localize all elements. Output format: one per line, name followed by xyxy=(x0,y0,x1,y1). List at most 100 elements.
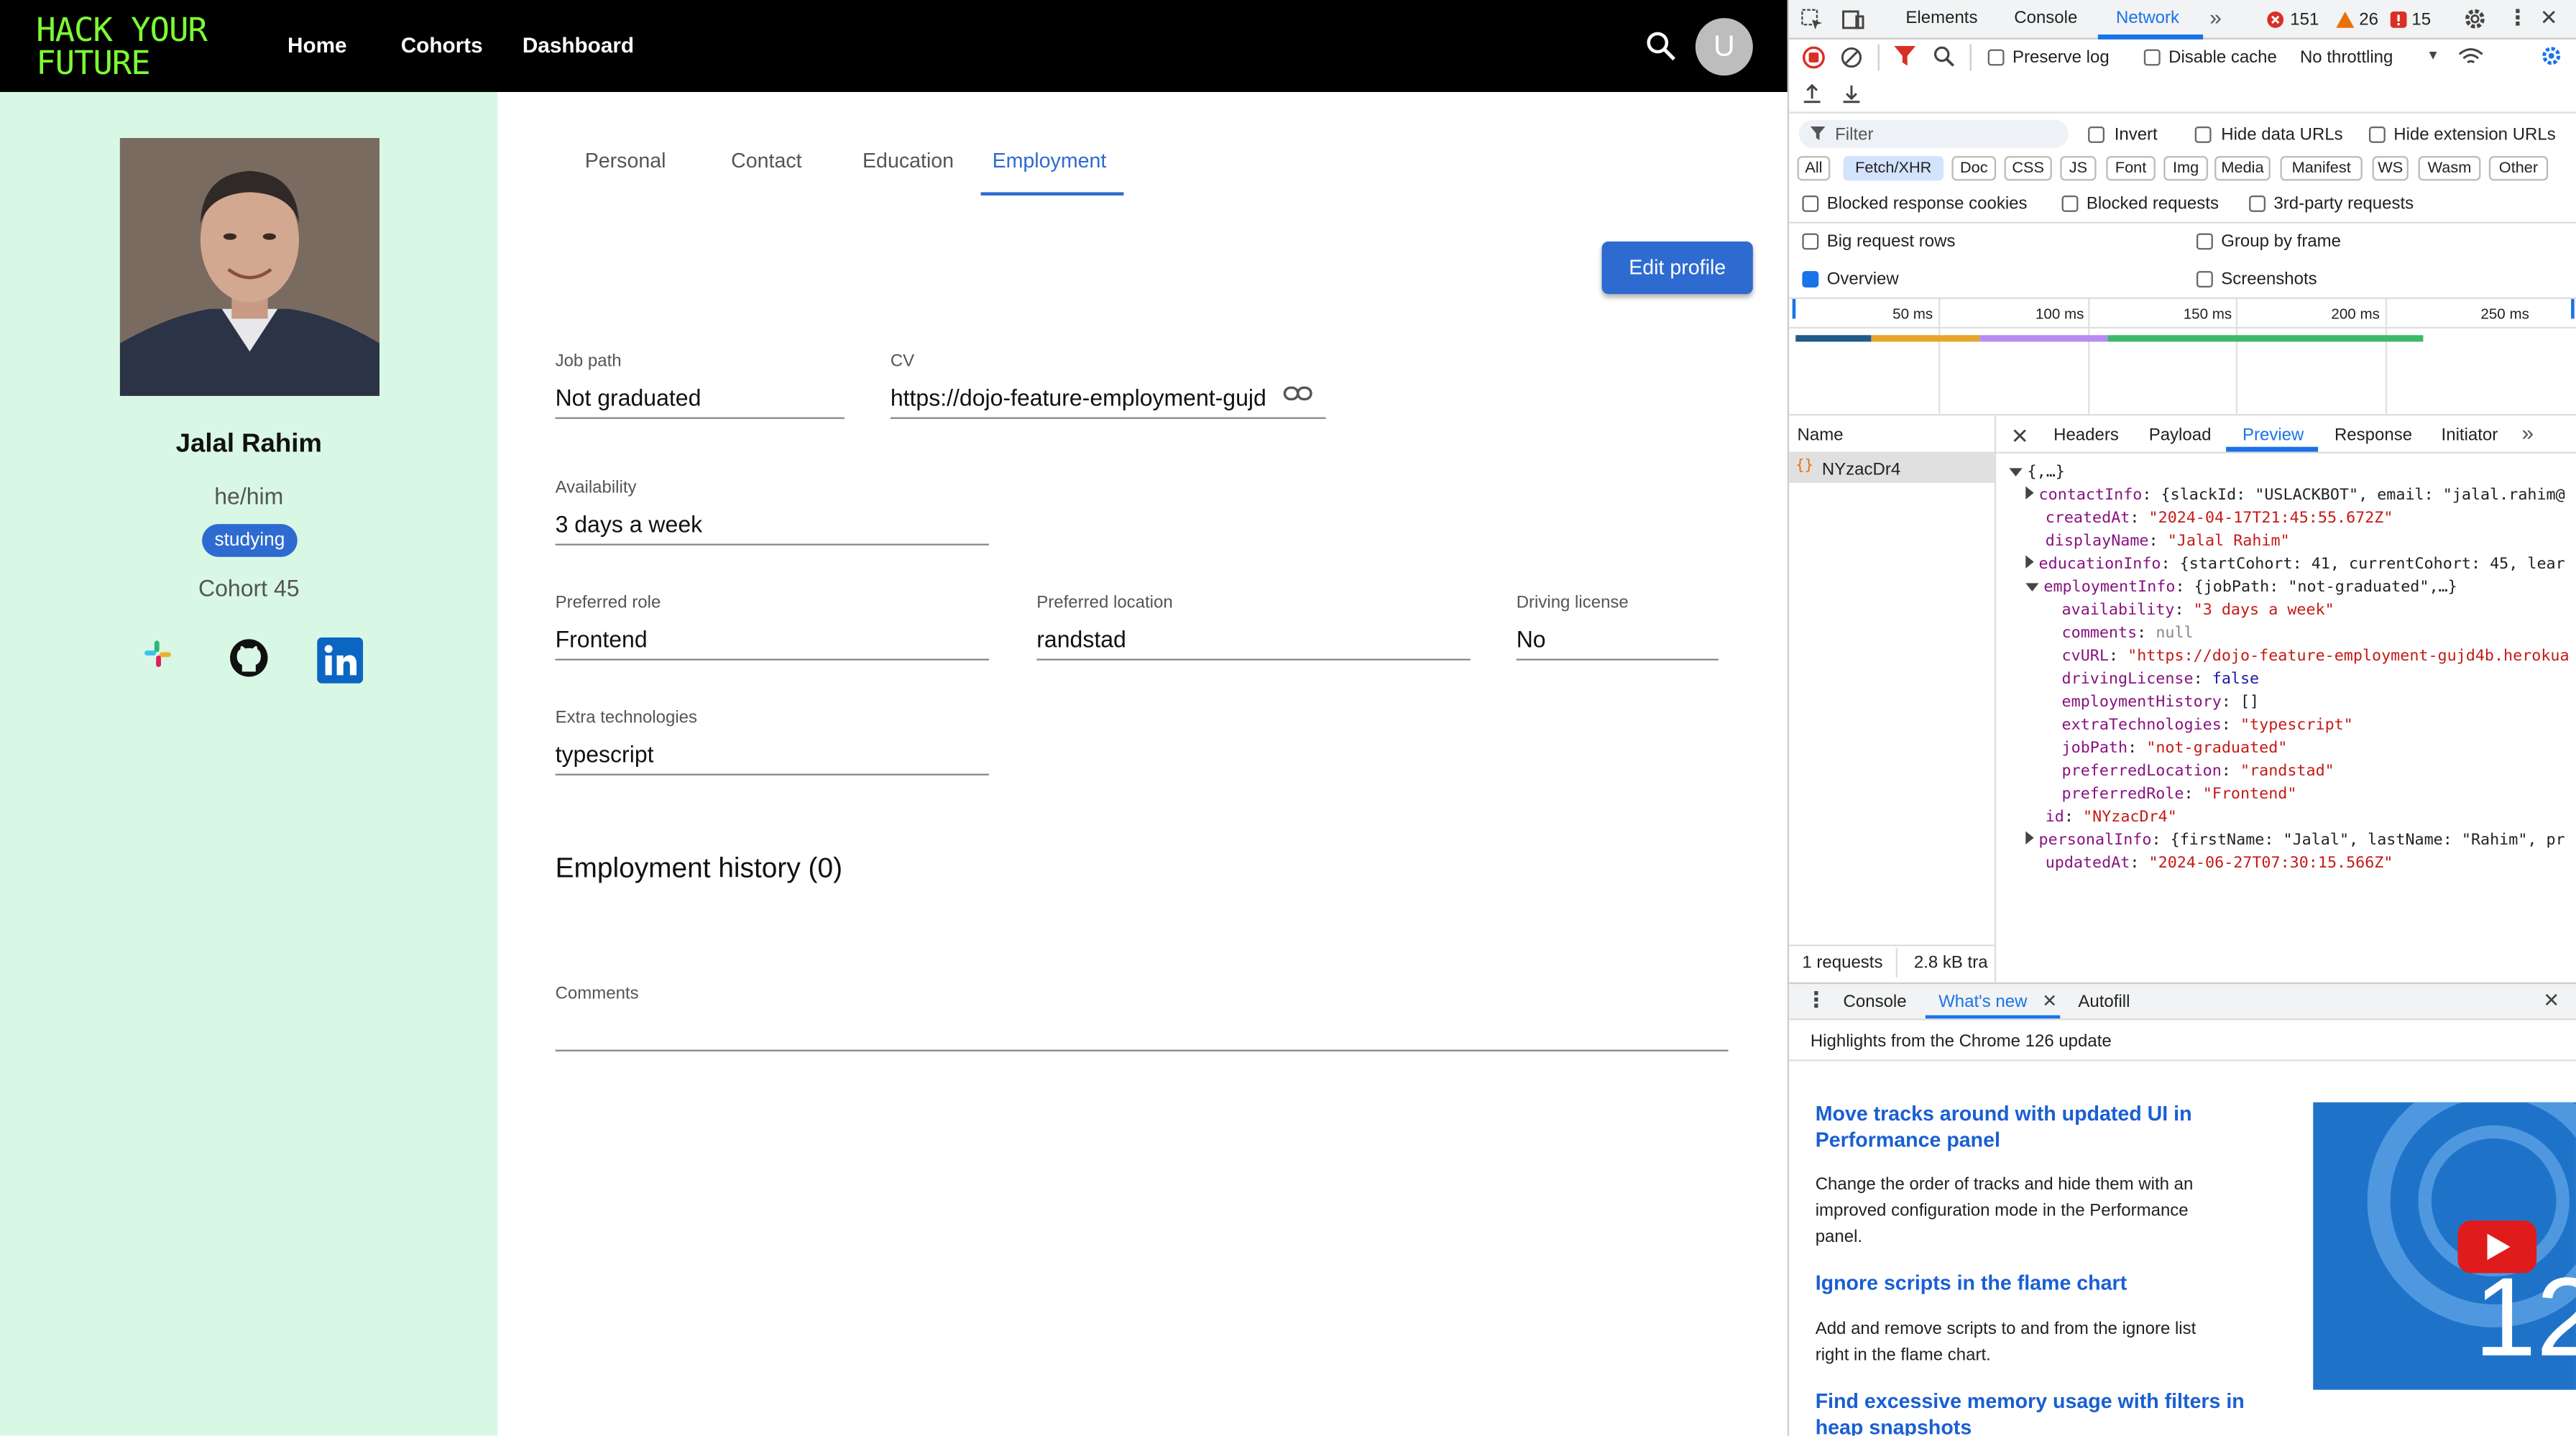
issues-count[interactable]: 15 xyxy=(2411,10,2431,29)
chip-font[interactable]: Font xyxy=(2106,156,2156,181)
blocked-requests-checkbox[interactable] xyxy=(2061,195,2079,212)
chip-fetch-xhr[interactable]: Fetch/XHR xyxy=(1843,156,1944,181)
group-by-frame-checkbox[interactable] xyxy=(2196,233,2213,250)
preview-employmentinfo[interactable]: employmentInfo: {jobPath: "not-graduated… xyxy=(2025,579,2457,597)
preview-educationinfo[interactable]: educationInfo: {startCohort: 41, current… xyxy=(2025,555,2565,574)
github-icon[interactable] xyxy=(229,638,270,678)
request-name[interactable]: NYzacDr4 xyxy=(1822,460,1900,479)
link-icon[interactable] xyxy=(1283,385,1312,404)
detail-tab-initiator[interactable]: Initiator xyxy=(2442,425,2498,445)
detail-tab-response[interactable]: Response xyxy=(2334,425,2412,445)
drawer-tab-autofill[interactable]: Autofill xyxy=(2078,993,2130,1012)
more-options-icon[interactable]: ⋮ xyxy=(2507,5,2529,32)
chip-other[interactable]: Other xyxy=(2488,156,2549,181)
job-path-value: Not graduated xyxy=(555,384,702,411)
preferred-location-label: Preferred location xyxy=(1036,593,1173,613)
summary-requests: 1 requests xyxy=(1802,952,1883,973)
chip-wasm[interactable]: Wasm xyxy=(2418,156,2481,181)
preferred-role-underline xyxy=(555,658,989,661)
devtools-tab-console[interactable]: Console xyxy=(2014,8,2077,27)
close-whats-new-icon[interactable]: ✕ xyxy=(2042,990,2057,1012)
preview-personalinfo[interactable]: personalInfo: {firstName: "Jalal", lastN… xyxy=(2025,831,2565,850)
warning-count[interactable]: 26 xyxy=(2359,10,2378,29)
device-toolbar-icon[interactable] xyxy=(1841,8,1864,31)
hide-extension-urls-checkbox[interactable] xyxy=(2368,126,2386,143)
disable-cache-checkbox[interactable] xyxy=(2143,49,2161,66)
timeline-overview[interactable]: 50 ms 100 ms 150 ms 200 ms 250 ms xyxy=(1789,298,2576,414)
hide-data-urls-checkbox[interactable] xyxy=(2194,126,2212,143)
whats-new-item-2-title[interactable]: Ignore scripts in the flame chart xyxy=(1816,1270,2276,1297)
close-drawer-icon[interactable]: ✕ xyxy=(2543,989,2559,1012)
third-party-checkbox[interactable] xyxy=(2249,195,2266,212)
nav-home[interactable]: Home xyxy=(288,33,347,57)
chip-ws[interactable]: WS xyxy=(2372,156,2409,181)
user-avatar[interactable]: U xyxy=(1695,18,1753,76)
preserve-log-checkbox[interactable] xyxy=(1987,49,2005,66)
tab-employment[interactable]: Employment xyxy=(993,149,1107,172)
network-settings-icon[interactable] xyxy=(2540,45,2563,68)
tab-personal[interactable]: Personal xyxy=(585,149,666,172)
timeline-handle-left[interactable] xyxy=(1792,298,1796,319)
tab-education[interactable]: Education xyxy=(862,149,954,172)
nav-dashboard[interactable]: Dashboard xyxy=(523,33,634,57)
cv-value[interactable]: https://dojo-feature-employment-gujd xyxy=(891,385,1280,411)
more-tabs-icon[interactable]: » xyxy=(2209,5,2222,29)
timeline-handle-right[interactable] xyxy=(2571,298,2575,319)
import-har-icon[interactable] xyxy=(1802,83,1821,103)
linkedin-icon[interactable] xyxy=(317,637,364,684)
preview-contactinfo[interactable]: contactInfo: {slackId: "USLACKBOT", emai… xyxy=(2025,486,2565,505)
tab-contact[interactable]: Contact xyxy=(731,149,801,172)
close-details-icon[interactable]: ✕ xyxy=(2011,424,2029,451)
name-column-header[interactable]: Name xyxy=(1798,425,1844,445)
network-conditions-icon[interactable] xyxy=(2457,46,2484,68)
drawer-tab-whats-new[interactable]: What's new xyxy=(1938,993,2027,1012)
nav-cohorts[interactable]: Cohorts xyxy=(401,33,483,57)
hyf-logo[interactable]: HACK YOUR FUTURE xyxy=(36,13,208,78)
clear-log-icon[interactable] xyxy=(1840,46,1863,69)
invert-checkbox[interactable] xyxy=(2088,126,2104,143)
devtools-tab-network[interactable]: Network xyxy=(2116,8,2179,27)
disable-cache-label: Disable cache xyxy=(2168,47,2277,68)
network-search-icon[interactable] xyxy=(1933,46,1955,68)
preview-root[interactable]: {,…} xyxy=(2009,464,2065,482)
settings-gear-icon[interactable] xyxy=(2462,6,2487,31)
chip-all[interactable]: All xyxy=(1797,156,1831,181)
whats-new-item-3-title[interactable]: Find excessive memory usage with filters… xyxy=(1816,1388,2259,1436)
devtools-tab-elements[interactable]: Elements xyxy=(1905,8,1977,27)
close-devtools-icon[interactable]: ✕ xyxy=(2540,5,2558,32)
column-splitter[interactable] xyxy=(1994,415,1997,982)
throttling-select[interactable]: No throttling xyxy=(2300,47,2393,67)
detail-tab-headers[interactable]: Headers xyxy=(2053,425,2119,445)
chip-doc[interactable]: Doc xyxy=(1951,156,1997,181)
whats-new-item-1-title[interactable]: Move tracks around with updated UI in Pe… xyxy=(1816,1100,2226,1153)
blocked-cookies-checkbox[interactable] xyxy=(1802,195,1819,212)
chip-css[interactable]: CSS xyxy=(2004,156,2052,181)
detail-tab-preview[interactable]: Preview xyxy=(2242,425,2304,445)
error-count[interactable]: 151 xyxy=(2290,10,2319,29)
chip-img[interactable]: Img xyxy=(2163,156,2208,181)
chip-manifest[interactable]: Manifest xyxy=(2280,156,2363,181)
filter-icon[interactable] xyxy=(1894,45,1916,68)
export-har-icon[interactable] xyxy=(1841,84,1861,103)
inspect-element-icon[interactable] xyxy=(1800,8,1823,31)
slack-icon[interactable] xyxy=(142,638,175,671)
warning-icon xyxy=(2336,11,2355,28)
dropdown-arrow-icon[interactable]: ▼ xyxy=(2426,47,2439,63)
screenshots-checkbox[interactable] xyxy=(2196,271,2213,287)
preserve-log-label: Preserve log xyxy=(2012,47,2110,68)
overview-label: Overview xyxy=(1826,269,1899,290)
search-icon[interactable] xyxy=(1644,29,1678,63)
whats-new-video-thumbnail[interactable]: 12 xyxy=(2313,1102,2576,1390)
edit-profile-button[interactable]: Edit profile xyxy=(1601,241,1753,295)
devtools-panel: Elements Console Network » 151 26 15 ⋮ ✕… xyxy=(1787,0,2576,1436)
more-detail-tabs-icon[interactable]: » xyxy=(2522,420,2534,445)
overview-checkbox[interactable] xyxy=(1802,271,1819,287)
drawer-menu-icon[interactable]: ⋮ xyxy=(1806,988,1827,1014)
chip-media[interactable]: Media xyxy=(2214,156,2271,181)
preview-id: id: "NYzacDr4" xyxy=(2045,808,2177,827)
detail-tab-payload[interactable]: Payload xyxy=(2149,425,2212,445)
drawer-tab-console[interactable]: Console xyxy=(1844,993,1907,1012)
big-request-rows-checkbox[interactable] xyxy=(1802,233,1819,250)
chip-js[interactable]: JS xyxy=(2060,156,2097,181)
record-stop-icon[interactable] xyxy=(1802,46,1825,69)
